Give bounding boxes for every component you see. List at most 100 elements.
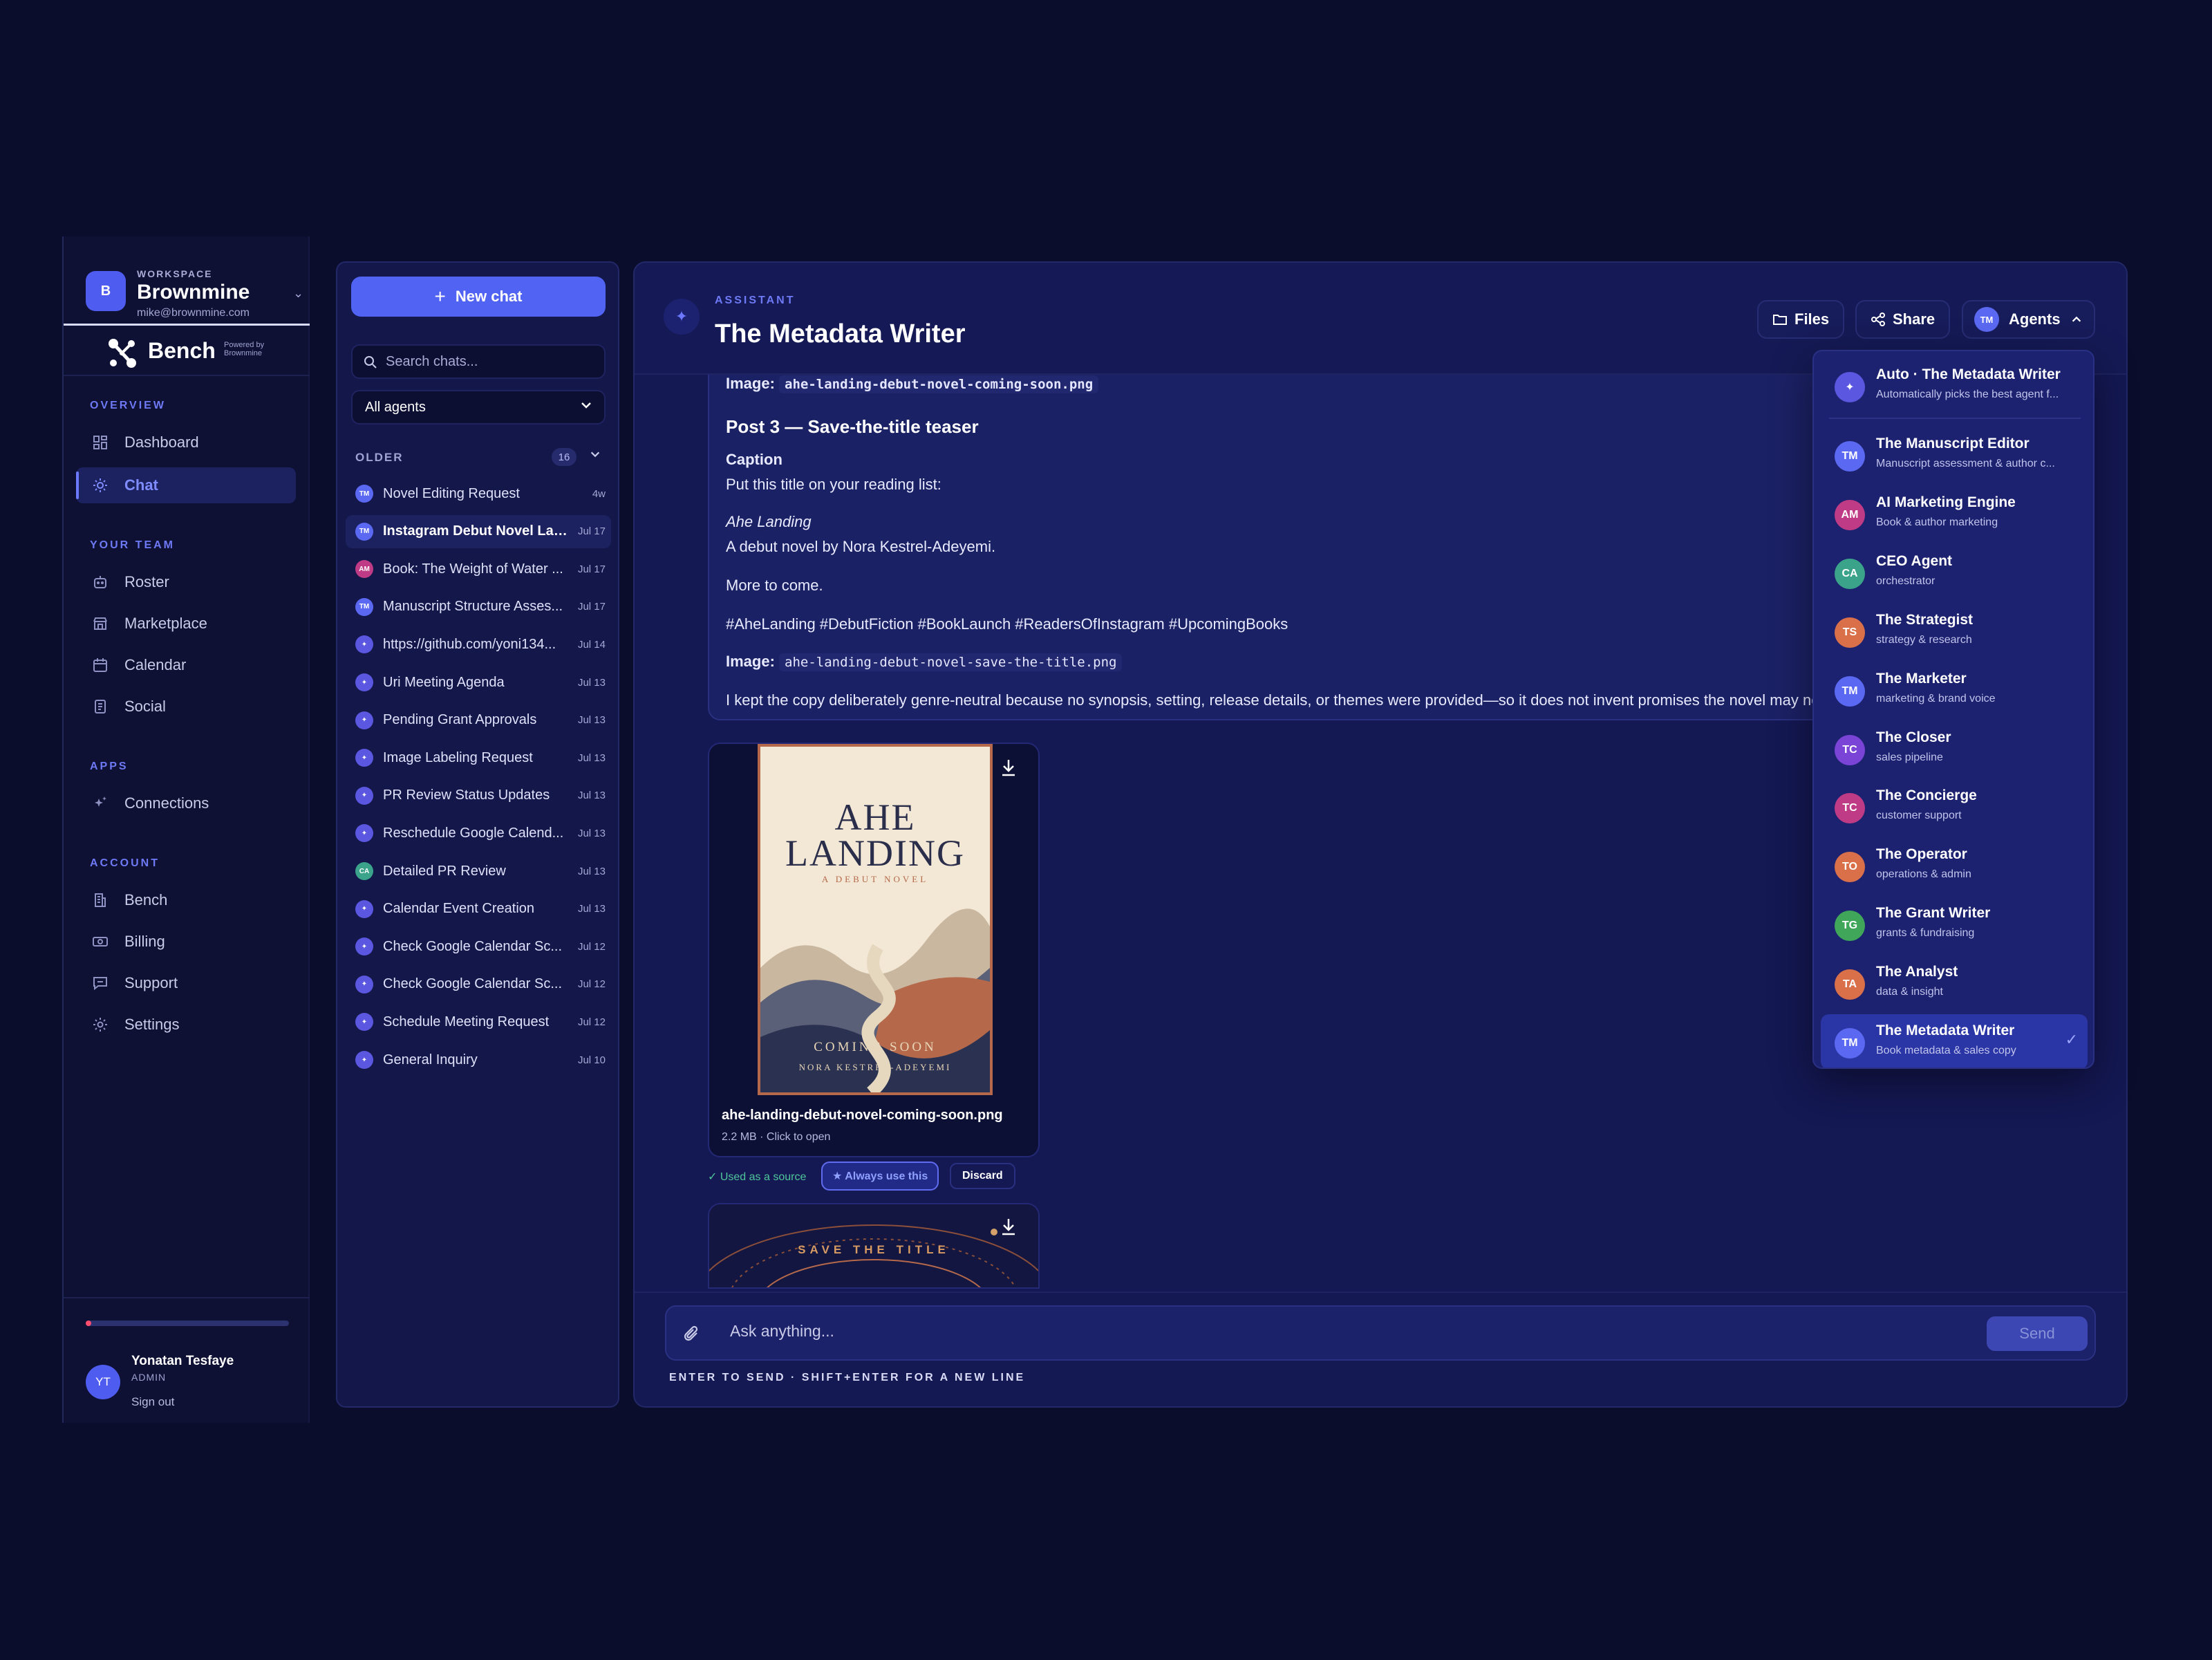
list-item[interactable]: ✦ Check Google Calendar Sc... Jul 12 — [346, 968, 611, 1001]
list-item[interactable]: ✦ Calendar Event Creation Jul 13 — [346, 893, 611, 926]
list-item[interactable]: ✦ Check Google Calendar Sc... Jul 12 — [346, 930, 611, 963]
list-item[interactable]: ✦ Image Labeling Request Jul 13 — [346, 741, 611, 774]
caption-label: Caption — [726, 451, 782, 468]
agent-option[interactable]: TM The Metadata Writer Book metadata & sal… — [1821, 1014, 2088, 1067]
top-image-row: Image: ahe-landing-debut-novel-coming-so… — [726, 375, 1099, 393]
agent-option[interactable]: TC The Closer sales pipeline — [1821, 721, 2088, 776]
avatar: ✦ — [355, 899, 373, 918]
agent-option[interactable]: TC The Concierge customer support — [1821, 779, 2088, 834]
sign-out-link[interactable]: Sign out — [131, 1395, 174, 1409]
nav-label: Dashboard — [124, 433, 199, 451]
list-item[interactable]: ✦ PR Review Status Updates Jul 13 — [346, 779, 611, 812]
agent-filter-select[interactable]: All agents — [351, 390, 606, 425]
list-item[interactable]: ✦ Pending Grant Approvals Jul 13 — [346, 704, 611, 737]
sparkle-icon — [91, 794, 109, 812]
image-attachment[interactable]: AHE LANDING A DEBUT NOVEL COMING SOON NOR… — [708, 743, 1040, 1157]
agent-option[interactable]: AM AI Marketing Engine Book & author marke… — [1821, 486, 2088, 541]
share-button[interactable]: Share — [1855, 300, 1951, 339]
avatar[interactable]: YT — [86, 1365, 120, 1399]
grid-icon — [91, 433, 109, 451]
agent-description: data & insight — [1876, 986, 1943, 998]
search-input[interactable]: Search chats... — [351, 344, 606, 379]
list-item[interactable]: ✦ General Inquiry Jul 10 — [346, 1043, 611, 1076]
nav-chat[interactable]: Chat — [76, 467, 296, 503]
avatar: TM — [355, 485, 373, 503]
agent-option[interactable]: TS The Strategist strategy & research — [1821, 604, 2088, 659]
agent-description: orchestrator — [1876, 575, 1936, 587]
list-item[interactable]: CA Detailed PR Review Jul 13 — [346, 855, 611, 888]
list-item[interactable]: TM Novel Editing Request 4w — [346, 477, 611, 510]
send-button[interactable]: Send — [1987, 1316, 2088, 1351]
list-item[interactable]: AM Book: The Weight of Water ... Jul 17 — [346, 552, 611, 586]
caption-title: Ahe Landing — [726, 513, 812, 530]
agent-option[interactable]: TO The Operator operations & admin — [1821, 838, 2088, 893]
list-item[interactable]: ✦ Reschedule Google Calend... Jul 13 — [346, 817, 611, 850]
avatar: AM — [355, 560, 373, 579]
caption-line: More to come. — [726, 577, 823, 594]
list-item[interactable]: ✦ Schedule Meeting Request Jul 12 — [346, 1005, 611, 1038]
avatar: TS — [1835, 617, 1865, 648]
chevron-down-icon[interactable] — [589, 448, 601, 464]
download-icon[interactable] — [1000, 1217, 1018, 1236]
list-item[interactable]: ✦ Uri Meeting Agenda Jul 13 — [346, 666, 611, 699]
agent-description: marketing & brand voice — [1876, 692, 1996, 705]
agent-option[interactable]: TA The Analyst data & insight — [1821, 955, 2088, 1011]
nav-billing[interactable]: Billing — [76, 924, 296, 960]
book-cover-image: AHE LANDING A DEBUT NOVEL COMING SOON NOR… — [758, 744, 993, 1095]
landscape-illustration — [760, 908, 990, 1092]
chat-title: Book: The Weight of Water ... — [383, 561, 563, 577]
avatar: ✦ — [355, 975, 373, 994]
share-icon — [1871, 313, 1885, 326]
avatar: TM — [355, 522, 373, 541]
chat-title: Manuscript Structure Asses... — [383, 599, 563, 615]
agent-name: The Manuscript Editor — [1876, 436, 2030, 451]
chat-date: Jul 13 — [577, 827, 606, 839]
workspace-email: mike@brownmine.com — [137, 307, 250, 319]
nav-calendar[interactable]: Calendar — [76, 647, 296, 683]
user-role: ADMIN — [131, 1372, 167, 1383]
agent-option[interactable]: CA CEO Agent orchestrator — [1821, 545, 2088, 600]
message-input[interactable]: Ask anything... — [730, 1322, 834, 1341]
section-overview: OVERVIEW — [90, 400, 166, 411]
nav-roster[interactable]: Roster — [76, 564, 296, 600]
nav-connections[interactable]: Connections — [76, 785, 296, 821]
robot-icon — [91, 573, 109, 591]
nav-settings[interactable]: Settings — [76, 1007, 296, 1043]
list-item[interactable]: TM Instagram Debut Novel Lau... Jul 17 — [346, 514, 611, 548]
agent-name: The Strategist — [1876, 611, 1974, 628]
nav-dashboard[interactable]: Dashboard — [76, 425, 296, 460]
list-item[interactable]: TM Manuscript Structure Asses... Jul 17 — [346, 590, 611, 624]
workspace-logo: B — [86, 271, 126, 311]
divider — [64, 1297, 310, 1298]
list-item[interactable]: ✦ https://github.com/yoni134... Jul 14 — [346, 628, 611, 661]
divider — [1829, 418, 2081, 419]
always-use-button[interactable]: ★ Always use this — [821, 1162, 939, 1191]
new-chat-button[interactable]: + New chat — [351, 277, 606, 317]
used-source-status: ✓ Used as a source — [708, 1171, 807, 1183]
agent-option[interactable]: ✦ Auto · The Metadata Writer Automatically… — [1821, 358, 2088, 413]
agent-name: The Grant Writer — [1876, 905, 1991, 922]
avatar: ✦ — [355, 1013, 373, 1032]
page-title: The Metadata Writer — [715, 319, 966, 348]
agent-option[interactable]: TM The Marketer marketing & brand voice — [1821, 662, 2088, 718]
agents-button[interactable]: TM Agents — [1962, 300, 2095, 339]
composer-hint: ENTER TO SEND · SHIFT+ENTER FOR A NEW LI… — [669, 1372, 1026, 1383]
agent-option[interactable]: TG The Grant Writer grants & fundraising — [1821, 897, 2088, 952]
files-button[interactable]: Files — [1757, 300, 1845, 339]
nav-marketplace[interactable]: Marketplace — [76, 606, 296, 642]
paperclip-icon[interactable] — [683, 1325, 701, 1344]
nav-social[interactable]: Social — [76, 689, 296, 725]
chat-title: https://github.com/yoni134... — [383, 636, 556, 652]
sparkle-icon: ✦ — [664, 299, 700, 335]
avatar: TM — [355, 597, 373, 616]
agent-description: operations & admin — [1876, 868, 1971, 881]
nav-support[interactable]: Support — [76, 965, 296, 1001]
chevron-up-icon — [2072, 316, 2081, 322]
discard-button[interactable]: Discard — [950, 1163, 1015, 1189]
image-attachment[interactable]: SAVE THE TITLE — [708, 1203, 1040, 1289]
agent-name: The Closer — [1876, 729, 1951, 745]
nav-bench[interactable]: Bench — [76, 882, 296, 918]
agent-option[interactable]: TM The Manuscript Editor Manuscript assess… — [1821, 427, 2088, 483]
download-icon[interactable] — [1000, 758, 1018, 777]
attachment-meta: 2.2 MB · Click to open — [722, 1131, 831, 1143]
